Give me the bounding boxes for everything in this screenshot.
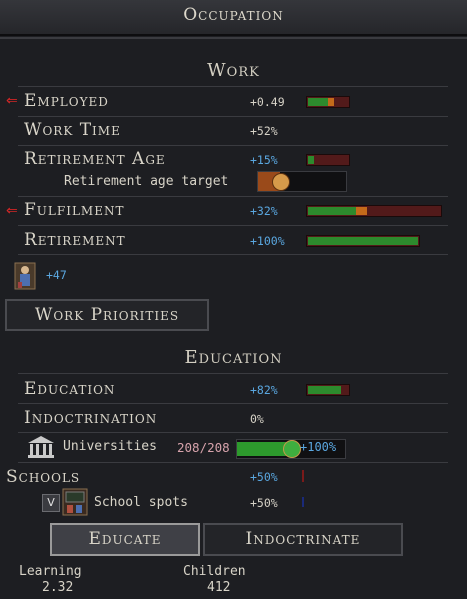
school-spots-value: +50% [250,496,278,510]
employed-label: Employed [24,91,109,111]
fulfilment-bar-orange [356,207,367,215]
slider-knob[interactable] [272,173,290,191]
retirement-target-slider[interactable] [257,171,347,192]
retirement-label: Retirement [24,230,126,250]
work-time-value: +52% [250,124,278,138]
children-value: 412 [207,580,231,595]
divider [18,462,448,463]
divider [18,254,448,255]
education-label: Education [24,379,116,399]
divider [18,116,448,117]
fulfilment-bar [306,205,442,217]
divider [18,225,448,226]
window-title: Occupation [183,5,284,25]
schools-bar-marker [302,470,304,482]
work-time-label: Work Time [24,120,121,140]
divider [18,196,448,197]
universities-count: 208/208 [177,440,230,455]
indoctrination-label: Indoctrination [24,408,158,428]
school-icon [62,488,88,516]
schools-value: +50% [250,470,278,484]
retirement-bar-fill [308,237,418,245]
education-value: +82% [250,383,278,397]
pop-figure-icon [14,262,36,290]
fulfilment-label: Fulfilment [24,200,125,220]
retirement-age-bar [306,154,350,166]
retirement-age-label: Retirement Age [24,149,166,169]
universities-value: +100% [300,440,337,454]
learning-label: Learning [19,564,82,579]
arrow-left-icon: ⇐ [6,93,18,109]
education-bar [306,384,350,396]
educate-button[interactable]: Educate [50,523,200,556]
school-spots-bar-marker [302,497,304,507]
work-priorities-button[interactable]: Work Priorities [5,299,209,331]
fulfilment-value: +32% [250,204,278,218]
employed-value: +0.49 [250,95,285,109]
indoctrination-value: 0% [250,412,264,426]
retirement-target-label: Retirement age target [64,174,229,189]
retirement-value: +100% [250,234,285,248]
employed-bar-fill [308,98,328,106]
universities-knob [283,440,301,458]
retirement-bar [306,235,420,247]
indoctrinate-button[interactable]: Indoctrinate [203,523,403,556]
arrow-left-icon: ⇐ [6,203,18,219]
children-label: Children [183,564,246,579]
retirement-age-bar-fill [308,156,314,164]
header-divider [0,37,467,39]
divider [18,373,448,374]
divider [18,86,448,87]
fulfilment-bar-fill [308,207,356,215]
schools-label: Schools [6,467,81,487]
divider [18,403,448,404]
school-spots-checkbox[interactable]: V [42,494,60,512]
employed-bar-orange [328,98,334,106]
work-section-title: Work [207,60,260,81]
university-icon [27,435,55,459]
learning-value: 2.32 [42,580,74,595]
universities-label: Universities [63,439,157,454]
education-section-title: Education [184,347,283,368]
divider [18,432,448,433]
divider [18,145,448,146]
employed-bar [306,96,350,108]
school-spots-label: School spots [94,495,188,510]
retirement-age-value: +15% [250,153,278,167]
pop-value: +47 [46,268,67,282]
education-bar-fill [308,386,341,394]
